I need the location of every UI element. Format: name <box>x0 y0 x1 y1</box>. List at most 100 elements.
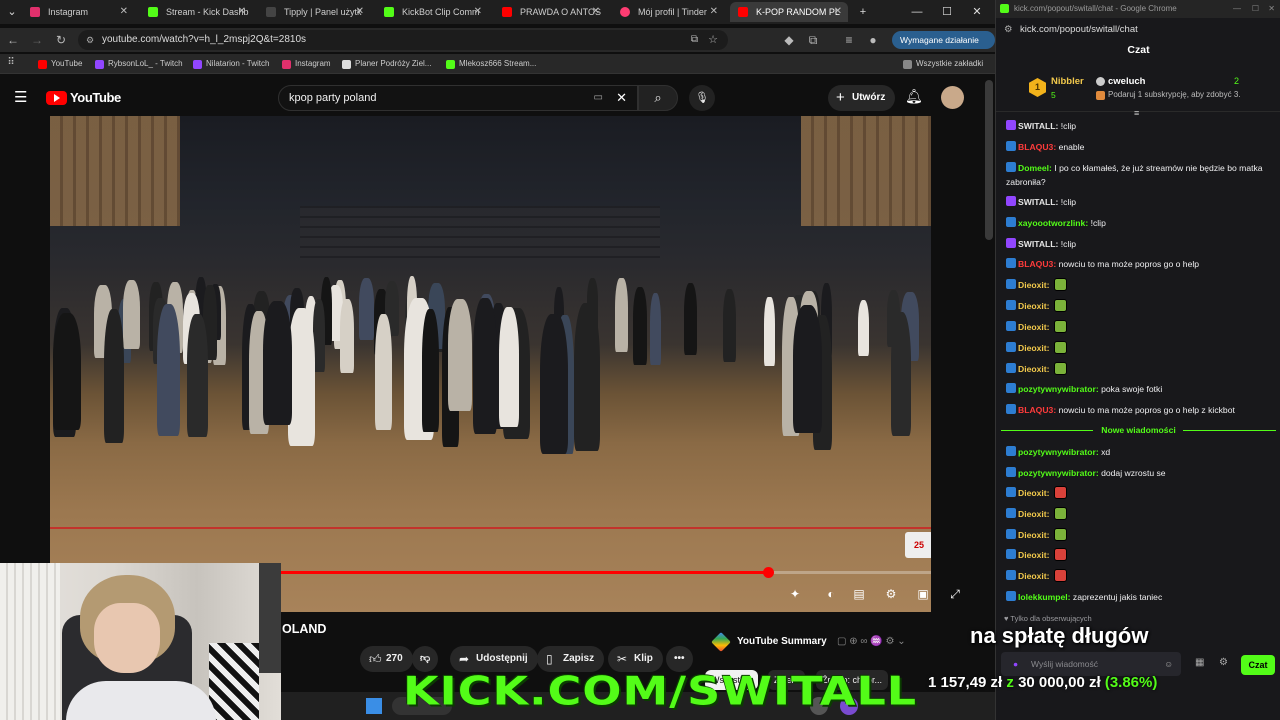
window-close-button[interactable]: ✕ <box>962 0 992 24</box>
progress-scrubber[interactable] <box>763 567 774 578</box>
emoji-icon[interactable]: ☺ <box>1164 652 1173 676</box>
extension-gem-icon[interactable]: ◆ <box>780 31 798 49</box>
tab-instagram[interactable]: Instagram ✕ <box>22 2 134 22</box>
chat-username[interactable]: SWITALL: <box>1018 121 1061 131</box>
chat-username[interactable]: Dieoxit: <box>1018 488 1052 498</box>
chat-username[interactable]: BLAQU3: <box>1018 259 1059 269</box>
new-tab-button[interactable]: + <box>848 0 878 24</box>
chat-username[interactable]: SWITALL: <box>1018 239 1061 249</box>
gifter-leaderboard[interactable]: 1 Nibbler 5 cweluch 2 Podaruj 1 subskryp… <box>996 68 1280 118</box>
back-icon[interactable]: ← <box>4 31 22 49</box>
reading-list-icon[interactable]: ≡ <box>840 31 858 49</box>
site-info-icon[interactable]: ⚙ <box>1004 21 1013 39</box>
tab-kpop-random[interactable]: K-POP RANDOM PL ✕ <box>730 2 848 22</box>
subtitles-icon[interactable]: ▤ <box>850 585 868 603</box>
create-button[interactable]: + Utwórz <box>828 85 896 111</box>
install-icon[interactable]: ⧉ <box>691 30 698 50</box>
collapse-icon[interactable]: ≡ <box>1134 108 1139 118</box>
tab-kick-dashboard[interactable]: Stream - Kick Dashb ✕ <box>140 2 252 22</box>
address-bar[interactable]: ⚙ youtube.com/watch?v=h_l_2mspj2Q&t=2810… <box>78 30 728 50</box>
minimize-button[interactable]: — <box>902 0 932 24</box>
new-messages-divider[interactable]: Nowe wiadomości <box>1001 423 1276 437</box>
tab-tinder[interactable]: Mój profil | Tinder ✕ <box>612 2 724 22</box>
bookmark-instagram[interactable]: Instagram <box>282 56 331 72</box>
bookmark-nilatarion[interactable]: Nilatarion - Twitch <box>193 56 269 72</box>
tab-search-icon[interactable]: ⌄ <box>4 0 20 24</box>
chat-username[interactable]: pozytywnywibrator: <box>1018 468 1101 478</box>
site-info-icon[interactable]: ⚙ <box>86 30 94 50</box>
chat-username[interactable]: SWITALL: <box>1018 197 1061 207</box>
notifications-bell-icon[interactable]: 🔔︎ <box>905 88 923 105</box>
miniplayer-icon[interactable]: ▣ <box>914 585 932 603</box>
close-icon[interactable]: ✕ <box>356 2 364 22</box>
profile-icon[interactable]: ● <box>864 31 882 49</box>
chat-username[interactable]: Dieoxit: <box>1018 509 1052 519</box>
progress-remaining[interactable] <box>768 571 931 574</box>
chat-username[interactable]: Dieoxit: <box>1018 550 1052 560</box>
tab-prawda[interactable]: PRAWDA O ANTOS ✕ <box>494 2 606 22</box>
chat-username[interactable]: pozytywnywibrator: <box>1018 384 1101 394</box>
windows-start-icon[interactable] <box>366 698 382 714</box>
apps-icon[interactable]: ⠿ <box>2 54 20 72</box>
clear-search-icon[interactable]: ✕ <box>616 86 627 110</box>
bookmark-rybsonlol[interactable]: RybsonLoL_ - Twitch <box>95 56 183 72</box>
maximize-button[interactable]: ☐ <box>932 0 962 24</box>
close-icon[interactable]: ✕ <box>710 2 718 22</box>
chat-username[interactable]: Dieoxit: <box>1018 364 1052 374</box>
required-action-button[interactable]: Wymagane działanie ⋮ <box>892 31 995 63</box>
maximize-button[interactable]: ☐ <box>1252 0 1259 18</box>
window-close-button[interactable]: ✕ <box>1268 0 1275 18</box>
summary-tools-icon[interactable]: ▢ ⊕ ∞ ♒ ⚙ ⌄ <box>837 630 906 654</box>
chat-username[interactable]: pozytywnywibrator: <box>1018 447 1101 457</box>
chat-username[interactable]: BLAQU3: <box>1018 142 1059 152</box>
chat-username[interactable]: Dieoxit: <box>1018 322 1052 332</box>
chat-input[interactable]: ● Wyślij wiadomość ☺ <box>1001 652 1181 676</box>
chat-username[interactable]: Dieoxit: <box>1018 301 1052 311</box>
tab-kickbot[interactable]: KickBot Clip Comm ✕ <box>376 2 488 22</box>
close-icon[interactable]: ✕ <box>238 2 246 22</box>
fullscreen-icon[interactable]: ⤢ <box>946 585 964 603</box>
menu-icon[interactable]: ☰ <box>14 88 27 106</box>
close-icon[interactable]: ✕ <box>120 2 128 22</box>
search-button[interactable]: ⌕ <box>638 85 678 111</box>
bookmark-mlekosz[interactable]: Mlekosz666 Stream... <box>446 56 536 72</box>
autoplay-toggle[interactable]: ◐ <box>818 585 844 603</box>
bookmark-planer[interactable]: Planer Podróży Ziel... <box>342 56 431 72</box>
all-bookmarks-folder[interactable]: Wszystkie zakładki <box>903 56 983 72</box>
mic-icon[interactable]: ● <box>1013 652 1018 676</box>
chat-username[interactable]: Dieoxit: <box>1018 343 1052 353</box>
video-player[interactable]: 25 <box>50 116 931 612</box>
forward-icon[interactable]: → <box>28 31 46 49</box>
search-input[interactable]: kpop party poland ▭ ✕ <box>278 85 638 111</box>
chat-username[interactable]: Dieoxit: <box>1018 280 1052 290</box>
chat-settings-icon[interactable]: ⚙ <box>1219 657 1228 668</box>
chat-username[interactable]: lolekkumpel: <box>1018 592 1073 602</box>
close-icon[interactable]: ✕ <box>474 2 482 22</box>
chat-username[interactable]: xayoootworzlink: <box>1018 218 1091 228</box>
close-icon[interactable]: ✕ <box>834 2 842 22</box>
voice-search-button[interactable]: 🎙 <box>689 85 715 111</box>
keyboard-icon[interactable]: ▭ <box>594 86 603 110</box>
chat-username[interactable]: BLAQU3: <box>1018 405 1059 415</box>
youtube-summary-panel[interactable]: YouTube Summary ▢ ⊕ ∞ ♒ ⚙ ⌄ <box>705 630 975 654</box>
reload-icon[interactable]: ↻ <box>52 31 70 49</box>
youtube-logo[interactable]: YouTube <box>46 89 121 107</box>
chat-username[interactable]: Dieoxit: <box>1018 571 1052 581</box>
ai-sparkle-icon[interactable]: ✦ <box>786 585 804 603</box>
bookmark-youtube[interactable]: YouTube <box>38 56 82 72</box>
settings-gear-icon[interactable]: ⚙ <box>882 585 900 603</box>
calendar-icon[interactable]: ▦ <box>1195 657 1204 668</box>
avatar[interactable] <box>941 86 964 109</box>
chat-username[interactable]: Dieoxit: <box>1018 530 1052 540</box>
close-icon[interactable]: ✕ <box>592 2 600 22</box>
scrollbar[interactable] <box>985 80 993 240</box>
bookmark-star-icon[interactable]: ☆ <box>708 30 718 50</box>
required-action-label: Wymagane działanie <box>900 35 979 45</box>
minimize-button[interactable]: — <box>1233 0 1241 18</box>
tab-tipply[interactable]: Tipply | Panel użytk ✕ <box>258 2 370 22</box>
chat-username[interactable]: Domeel: <box>1018 163 1054 173</box>
extensions-icon[interactable]: ⧉ <box>804 31 822 49</box>
chat-url-bar[interactable]: ⚙ kick.com/popout/switall/chat <box>996 21 1280 39</box>
progress-played[interactable] <box>280 571 768 574</box>
send-chat-button[interactable]: Czat <box>1241 655 1275 675</box>
